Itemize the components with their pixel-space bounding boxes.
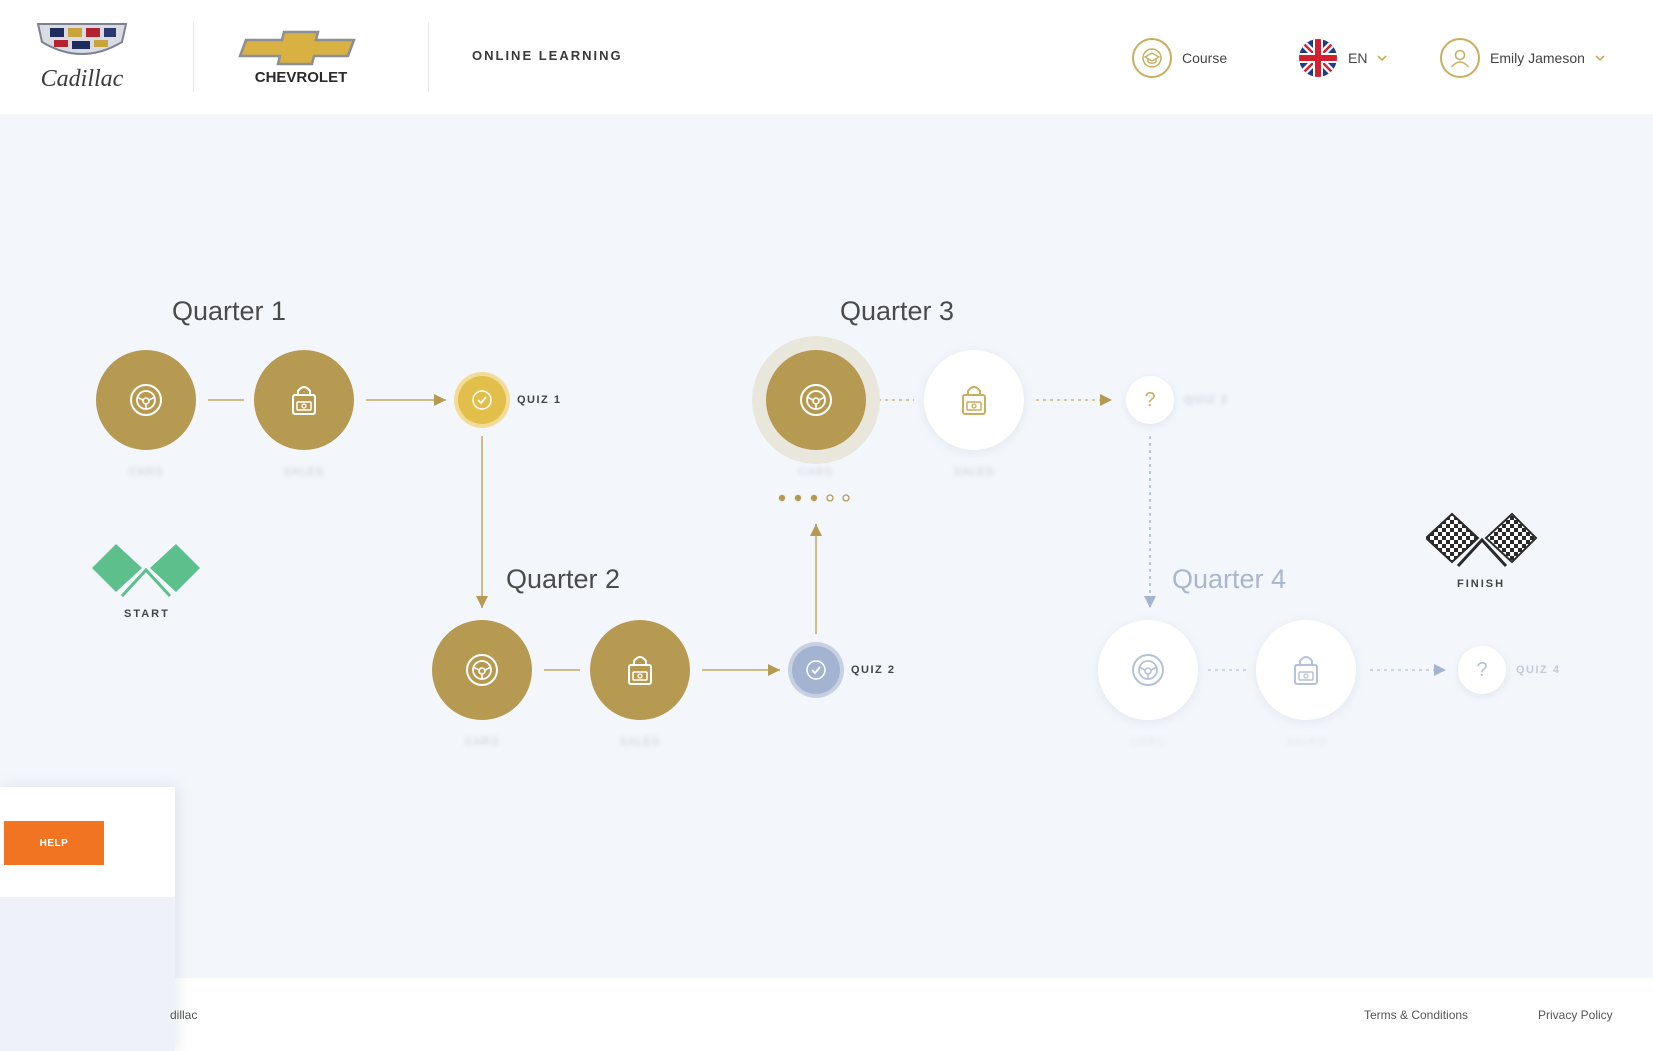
course-menu[interactable]: Course [1132,36,1227,80]
q4-sales-node[interactable] [1256,620,1356,720]
q2-sales-label: SALES [619,736,661,748]
user-menu[interactable]: Emily Jameson [1440,36,1605,80]
question-mark-icon: ? [1476,658,1488,681]
quiz-3-label: QUIZ 3 [1184,394,1229,406]
quarter-1-title: Quarter 1 [172,296,287,326]
start-label: START [124,608,170,620]
cadillac-logo[interactable]: Cadillac [26,16,138,100]
privacy-link[interactable]: Privacy Policy [1538,1008,1613,1022]
quiz-3-node[interactable]: ? [1126,376,1174,424]
learning-path-map: Quarter 1 Quarter 2 Quarter 3 Quarter 4 … [0,114,1653,978]
shopping-bag-icon [1294,656,1318,685]
start-flags-icon [92,544,200,598]
steering-wheel-icon [466,654,498,686]
help-panel: HELP [0,787,175,1051]
check-icon [806,660,826,680]
user-name: Emily Jameson [1490,50,1585,66]
q3-sales-label: SALES [953,466,995,478]
finish-flags-icon [1426,512,1538,568]
quiz-1-node[interactable] [458,376,506,424]
q4-sales-label: SALES [1285,736,1327,748]
shopping-bag-icon [292,386,316,415]
terms-link[interactable]: Terms & Conditions [1364,1008,1468,1022]
header-divider [428,22,429,92]
q2-cars-node[interactable] [432,620,532,720]
help-button[interactable]: HELP [4,821,104,865]
course-label: Course [1182,50,1228,66]
q1-cars-node[interactable] [96,350,196,450]
steering-wheel-icon [130,384,162,416]
help-panel-body [0,897,175,1051]
chevron-down-icon [1377,55,1388,62]
language-code: EN [1348,50,1368,66]
finish-label: FINISH [1457,578,1506,590]
top-header: Cadillac CHEVROLET ONLINE LEARNING Cours… [0,0,1653,114]
user-avatar-icon [1440,38,1480,78]
steering-wheel-icon [800,384,832,416]
footer-copyright: dillac [170,1008,198,1022]
quiz-4-label: QUIZ 4 [1516,664,1561,676]
chevrolet-wordmark: CHEVROLET [255,69,348,86]
q3-cars-node[interactable] [766,350,866,450]
quiz-4-node[interactable]: ? [1458,646,1506,694]
header-divider [193,22,194,92]
q3-cars-label: CARS [798,466,834,478]
cadillac-wordmark: Cadillac [41,66,124,92]
language-selector[interactable]: EN [1298,36,1388,80]
uk-flag-icon [1299,39,1337,77]
quarter-4-title: Quarter 4 [1172,564,1287,594]
section-title: ONLINE LEARNING [472,48,623,63]
check-icon [472,390,492,410]
q2-sales-node[interactable] [590,620,690,720]
graduation-cap-icon [1132,38,1172,78]
q4-cars-node[interactable] [1098,620,1198,720]
quarter-2-title: Quarter 2 [506,564,621,594]
quarter-3-title: Quarter 3 [840,296,955,326]
chevron-down-icon [1595,55,1605,62]
q1-cars-label: CARS [128,466,164,478]
path-connectors [208,394,1446,676]
q1-sales-node[interactable] [254,350,354,450]
progress-dots [778,494,850,502]
quiz-1-label: QUIZ 1 [517,394,562,406]
q1-sales-label: SALES [283,466,325,478]
q2-cars-label: CARS [464,736,500,748]
q4-cars-label: CARS [1130,736,1166,748]
quiz-2-node[interactable] [792,646,840,694]
quiz-2-label: QUIZ 2 [851,664,896,676]
question-mark-icon: ? [1144,388,1156,411]
q3-sales-node[interactable] [924,350,1024,450]
steering-wheel-icon [1132,654,1164,686]
shopping-bag-icon [962,386,986,415]
chevrolet-logo[interactable]: CHEVROLET [236,26,366,88]
shopping-bag-icon [628,656,652,685]
